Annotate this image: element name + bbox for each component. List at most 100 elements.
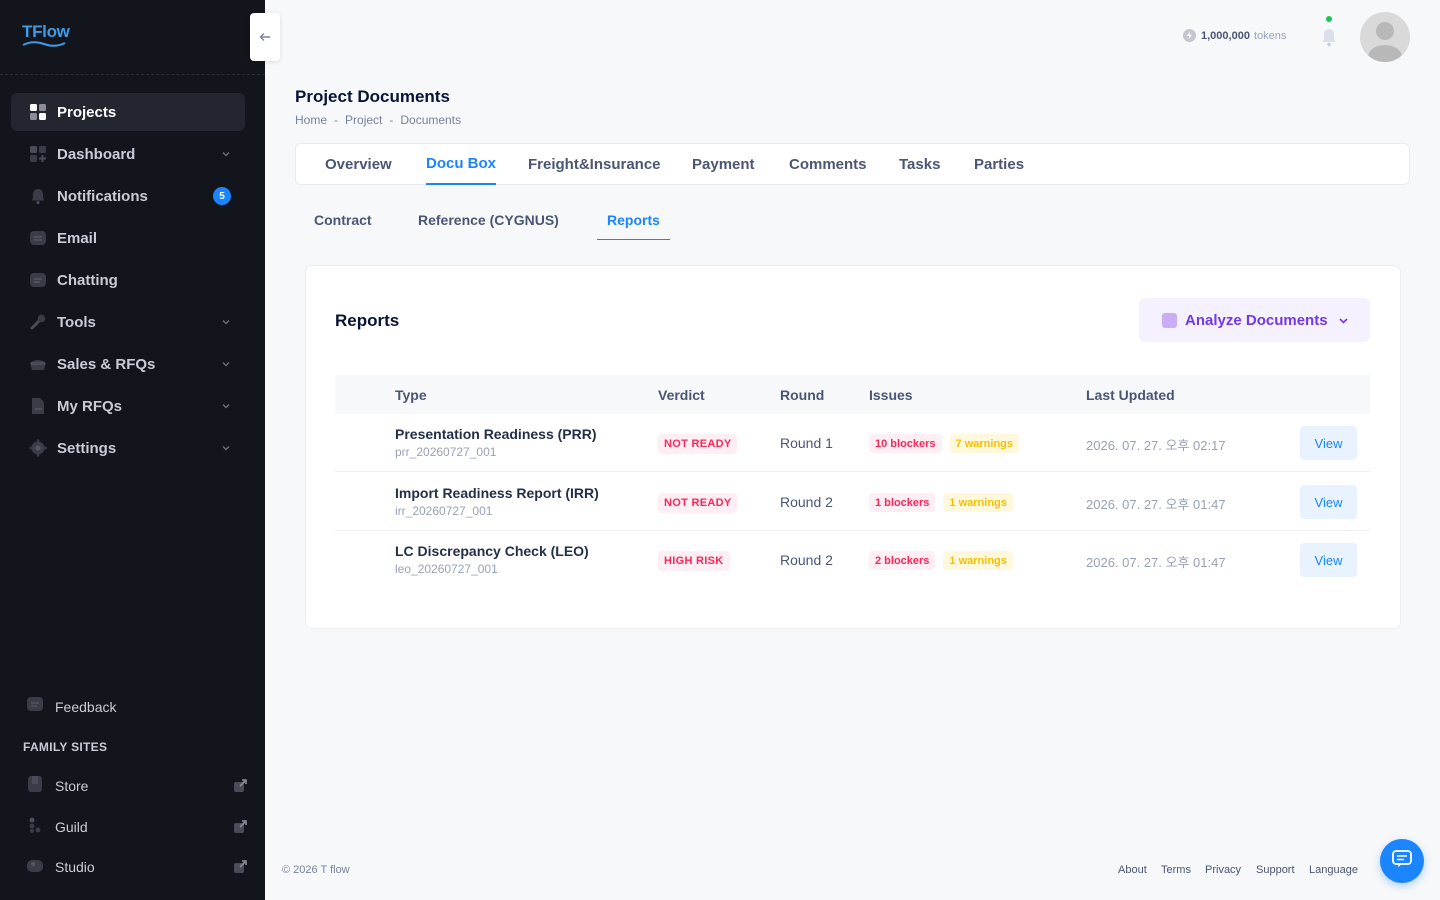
chevron-down-icon — [222, 446, 230, 451]
column-header-type[interactable]: Type — [395, 387, 427, 403]
studio-icon — [27, 856, 43, 879]
sidebar-item-dashboard[interactable]: Dashboard — [11, 135, 245, 173]
sidebar-item-email[interactable]: Email — [11, 219, 245, 257]
breadcrumb-documents: Documents — [400, 113, 462, 127]
sidebar-item-projects[interactable]: Projects — [11, 93, 245, 131]
sidebar-divider — [0, 74, 265, 75]
report-name[interactable]: Import Readiness Report (IRR) — [395, 485, 599, 501]
token-count: 1,000,000 — [1201, 29, 1250, 42]
report-name[interactable]: LC Discrepancy Check (LEO) — [395, 543, 589, 559]
sidebar-menu: Projects Dashboard Notifications 5 Email — [11, 93, 245, 471]
tab-parties[interactable]: Parties — [974, 144, 1024, 185]
tab-freight-insurance[interactable]: Freight&Insurance — [528, 144, 661, 185]
family-sites-title: FAMILY SITES — [23, 740, 108, 754]
round-value: Round 1 — [780, 435, 833, 451]
last-updated-value: 2026. 07. 27. 오후 02:17 — [1086, 438, 1226, 453]
user-avatar[interactable] — [1360, 12, 1410, 62]
tab-overview[interactable]: Overview — [325, 144, 392, 185]
lightning-icon — [1183, 29, 1196, 42]
external-link-icon — [234, 860, 247, 873]
breadcrumb-separator: - — [389, 113, 394, 127]
verdict-badge: NOT READY — [658, 493, 738, 513]
cart-icon — [29, 355, 47, 373]
breadcrumb-home[interactable]: Home — [295, 113, 327, 127]
reports-title: Reports — [335, 311, 400, 330]
footer-link-about[interactable]: About — [1118, 864, 1147, 876]
feedback-link[interactable]: Feedback — [27, 696, 116, 717]
issues-cell: 2 blockers 1 warnings — [869, 551, 1021, 570]
feedback-label: Feedback — [55, 698, 117, 715]
dashboard-icon — [29, 145, 47, 163]
breadcrumb-project[interactable]: Project — [345, 113, 382, 127]
table-row: LC Discrepancy Check (LEO) leo_20260727_… — [335, 531, 1370, 589]
sidebar-item-tools[interactable]: Tools — [11, 303, 245, 341]
report-name[interactable]: Presentation Readiness (PRR) — [395, 426, 597, 442]
arrow-left-icon — [259, 30, 271, 45]
view-button[interactable]: View — [1300, 543, 1357, 577]
column-header-last-updated[interactable]: Last Updated — [1086, 387, 1175, 403]
round-value: Round 2 — [780, 552, 833, 568]
table-row: Import Readiness Report (IRR) irr_202607… — [335, 473, 1370, 531]
table-row: Presentation Readiness (PRR) prr_2026072… — [335, 414, 1370, 472]
footer-link-terms[interactable]: Terms — [1161, 864, 1191, 876]
sidebar-item-settings[interactable]: Settings — [11, 429, 245, 467]
analyze-documents-button[interactable]: Analyze Documents — [1139, 298, 1370, 342]
last-updated-value: 2026. 07. 27. 오후 01:47 — [1086, 497, 1226, 512]
logo[interactable]: TFlow — [22, 22, 82, 50]
subtab-reference[interactable]: Reference (CYGNUS) — [418, 212, 559, 240]
feedback-icon — [27, 696, 43, 717]
email-icon — [29, 229, 47, 247]
footer-link-privacy[interactable]: Privacy — [1205, 864, 1241, 876]
family-site-store[interactable]: Store — [27, 775, 247, 797]
token-balance[interactable]: 1,000,000 tokens — [1183, 29, 1286, 42]
tab-tasks[interactable]: Tasks — [899, 144, 940, 185]
warnings-badge: 1 warnings — [943, 493, 1013, 512]
footer-link-language[interactable]: Language — [1309, 864, 1358, 876]
report-code: leo_20260727_001 — [395, 562, 498, 576]
view-button[interactable]: View — [1300, 426, 1357, 460]
notification-count-badge: 5 — [213, 187, 231, 205]
breadcrumb-separator: - — [334, 113, 339, 127]
notification-bell-icon[interactable] — [1320, 27, 1338, 47]
tab-docu-box[interactable]: Docu Box — [426, 144, 497, 185]
sidebar-item-my-rfqs[interactable]: My RFQs — [11, 387, 245, 425]
blockers-badge: 2 blockers — [869, 551, 936, 570]
wrench-icon — [29, 313, 47, 331]
view-button[interactable]: View — [1300, 485, 1357, 519]
external-link-icon — [234, 779, 247, 792]
report-code: irr_20260727_001 — [395, 504, 493, 518]
sidebar-item-chatting[interactable]: Chatting — [11, 261, 245, 299]
chat-icon — [29, 271, 47, 289]
sidebar-item-label: Dashboard — [57, 145, 136, 163]
subtab-reports[interactable]: Reports — [597, 212, 670, 240]
sidebar-item-notifications[interactable]: Notifications 5 — [11, 177, 245, 215]
family-site-guild[interactable]: Guild — [27, 816, 247, 838]
sidebar-item-label: Projects — [57, 103, 117, 121]
sidebar-collapse-button[interactable] — [250, 13, 280, 61]
chevron-down-icon — [222, 362, 230, 367]
copyright: © 2026 T flow — [282, 864, 350, 876]
subtab-contract[interactable]: Contract — [314, 212, 372, 240]
online-status-dot — [1326, 16, 1332, 22]
sidebar-item-sales-rfqs[interactable]: Sales & RFQs — [11, 345, 245, 383]
external-link-icon — [234, 820, 247, 833]
token-unit: tokens — [1253, 29, 1287, 42]
column-header-verdict[interactable]: Verdict — [658, 387, 705, 403]
chat-button[interactable] — [1380, 839, 1424, 883]
family-site-studio[interactable]: Studio — [27, 856, 247, 878]
tab-payment[interactable]: Payment — [692, 144, 755, 185]
family-site-label: Studio — [55, 859, 95, 875]
store-icon — [27, 775, 43, 798]
sidebar-item-label: Tools — [57, 313, 96, 331]
footer-link-support[interactable]: Support — [1256, 864, 1295, 876]
column-header-issues[interactable]: Issues — [869, 387, 913, 403]
column-header-round[interactable]: Round — [780, 387, 824, 403]
reports-table-header: Type Verdict Round Issues Last Updated — [335, 375, 1370, 414]
page-title: Project Documents — [295, 87, 450, 106]
chevron-down-icon — [222, 404, 230, 409]
breadcrumb: Home - Project - Documents — [295, 113, 461, 127]
chevron-down-icon — [222, 320, 230, 325]
project-tabs: Overview Docu Box Freight&Insurance Paym… — [295, 143, 1410, 185]
tab-comments[interactable]: Comments — [789, 144, 867, 185]
chat-bubble-icon — [1392, 849, 1412, 873]
